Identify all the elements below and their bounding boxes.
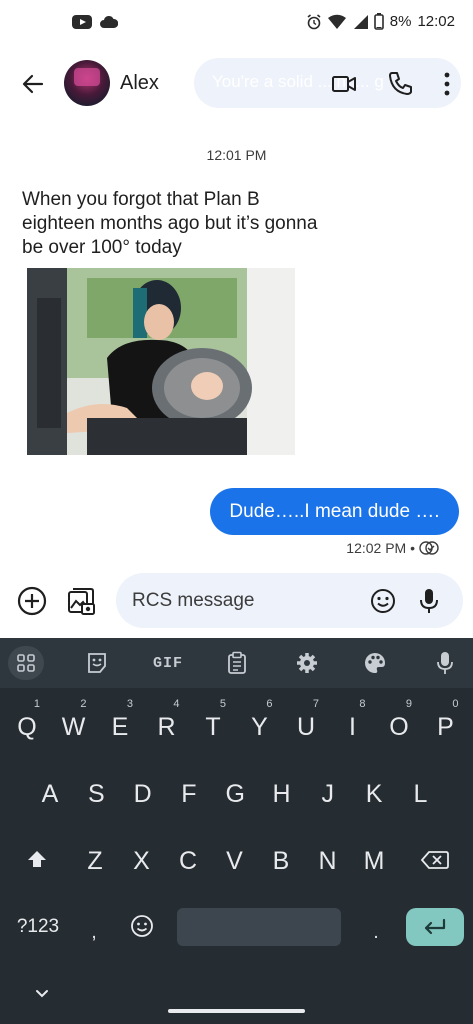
key-hint-8: 8 — [359, 698, 366, 710]
period-key[interactable]: . — [366, 918, 386, 948]
gif-label: GIF — [152, 654, 183, 672]
phone-icon[interactable] — [386, 69, 414, 97]
key-w[interactable]: 2W — [57, 698, 91, 742]
key-label: R — [157, 713, 176, 741]
sticker-icon[interactable] — [82, 648, 112, 678]
add-circle-icon[interactable] — [16, 585, 48, 617]
photo-illustration — [27, 268, 295, 455]
alarm-icon — [307, 13, 321, 29]
shift-key-icon[interactable] — [26, 848, 48, 870]
incoming-message-text[interactable]: When you forgot that Plan B eighteen mon… — [22, 188, 322, 260]
key-label: I — [349, 713, 356, 741]
more-vert-icon[interactable] — [437, 70, 457, 98]
emoji-key-icon[interactable] — [130, 914, 154, 938]
key-q[interactable]: 1Q — [10, 698, 44, 742]
key-hint-0: 0 — [452, 698, 459, 710]
key-o[interactable]: 9O — [382, 698, 416, 742]
key-hint-3: 3 — [126, 698, 133, 710]
settings-gear-icon[interactable] — [292, 648, 322, 678]
key-b[interactable]: B — [264, 846, 298, 876]
mic-icon[interactable] — [416, 587, 442, 615]
key-label: W — [61, 713, 86, 741]
key-n[interactable]: N — [311, 846, 345, 876]
clipboard-icon[interactable] — [222, 648, 252, 678]
key-f[interactable]: F — [172, 779, 206, 809]
emoji-icon[interactable] — [370, 588, 396, 614]
key-label: Y — [251, 713, 268, 741]
key-label: U — [296, 713, 316, 741]
enter-key[interactable] — [406, 908, 464, 946]
key-hint-9: 9 — [405, 698, 412, 710]
compose-placeholder: RCS message — [132, 590, 255, 611]
back-arrow-icon[interactable] — [18, 69, 48, 99]
status-bar: 8% 12:02 — [0, 0, 473, 46]
gallery-icon[interactable] — [66, 586, 96, 616]
cloud-icon — [100, 15, 118, 28]
battery-percent: 8% — [389, 13, 412, 30]
key-hint-4: 4 — [173, 698, 180, 710]
apps-grid-icon[interactable] — [8, 646, 44, 680]
key-y[interactable]: 6Y — [243, 698, 277, 742]
key-z[interactable]: Z — [78, 846, 112, 876]
spacebar[interactable] — [177, 908, 341, 946]
key-d[interactable]: D — [126, 779, 160, 809]
key-m[interactable]: M — [357, 846, 391, 876]
video-call-icon[interactable] — [330, 70, 358, 98]
key-e[interactable]: 3E — [103, 698, 137, 742]
key-r[interactable]: 4R — [150, 698, 184, 742]
key-a[interactable]: A — [33, 779, 67, 809]
backspace-key-icon[interactable] — [421, 850, 449, 870]
header-pill-text: You're a solid ... nt ... g — [212, 72, 384, 91]
signal-icon — [353, 14, 368, 29]
avatar[interactable] — [64, 60, 110, 106]
conversation-header: Alex You're a solid ... nt ... g — [0, 52, 473, 116]
youtube-icon — [72, 15, 92, 29]
clock: 12:02 — [417, 13, 455, 30]
key-hint-5: 5 — [219, 698, 226, 710]
key-hint-1: 1 — [33, 698, 40, 710]
key-hint-6: 6 — [266, 698, 273, 710]
key-t[interactable]: 5T — [196, 698, 230, 742]
key-s[interactable]: S — [79, 779, 113, 809]
key-label: O — [389, 713, 409, 741]
header-suggestion-pill: You're a solid ... nt ... g — [194, 58, 461, 108]
key-x[interactable]: X — [125, 846, 159, 876]
delivery-time: 12:02 PM • — [346, 540, 415, 556]
compose-message-field[interactable]: RCS message — [116, 573, 463, 628]
key-c[interactable]: C — [171, 846, 205, 876]
gesture-nav-handle[interactable] — [168, 1009, 305, 1013]
message-timestamp: 12:01 PM — [206, 147, 267, 163]
key-hint-2: 2 — [80, 698, 87, 710]
wifi-icon — [327, 14, 346, 29]
key-k[interactable]: K — [357, 779, 391, 809]
key-g[interactable]: G — [218, 779, 252, 809]
symbols-key[interactable]: ?123 — [10, 912, 66, 942]
key-hint-7: 7 — [312, 698, 319, 710]
key-label: T — [205, 713, 221, 741]
key-h[interactable]: H — [265, 779, 299, 809]
key-i[interactable]: 8I — [336, 698, 370, 742]
key-j[interactable]: J — [311, 779, 345, 809]
outgoing-message-bubble[interactable]: Dude…..I mean dude …. — [210, 488, 459, 535]
delivery-status: 12:02 PM • — [346, 540, 439, 556]
key-label: E — [111, 713, 129, 741]
battery-icon — [373, 13, 384, 30]
gif-button[interactable]: GIF — [150, 648, 186, 678]
read-receipt-icon — [419, 541, 439, 555]
comma-key[interactable]: , — [84, 918, 104, 948]
key-p[interactable]: 0P — [429, 698, 463, 742]
contact-name[interactable]: Alex — [120, 72, 159, 95]
key-v[interactable]: V — [218, 846, 252, 876]
enter-arrow-icon — [424, 918, 446, 935]
incoming-message-image[interactable] — [27, 268, 295, 455]
keyboard: G I F 1 Q 2 W 3 E 4 R 5 T 6 Y 7 U 8 I 9 O … — [0, 638, 473, 1024]
keyboard-toolbar: GIF — [0, 638, 473, 688]
key-l[interactable]: L — [403, 779, 437, 809]
key-label: P — [437, 713, 454, 741]
key-label: Q — [17, 713, 37, 741]
theme-palette-icon[interactable] — [360, 648, 390, 678]
key-u[interactable]: 7U — [289, 698, 323, 742]
voice-input-icon[interactable] — [430, 648, 460, 678]
keyboard-collapse-icon[interactable] — [32, 984, 52, 1004]
